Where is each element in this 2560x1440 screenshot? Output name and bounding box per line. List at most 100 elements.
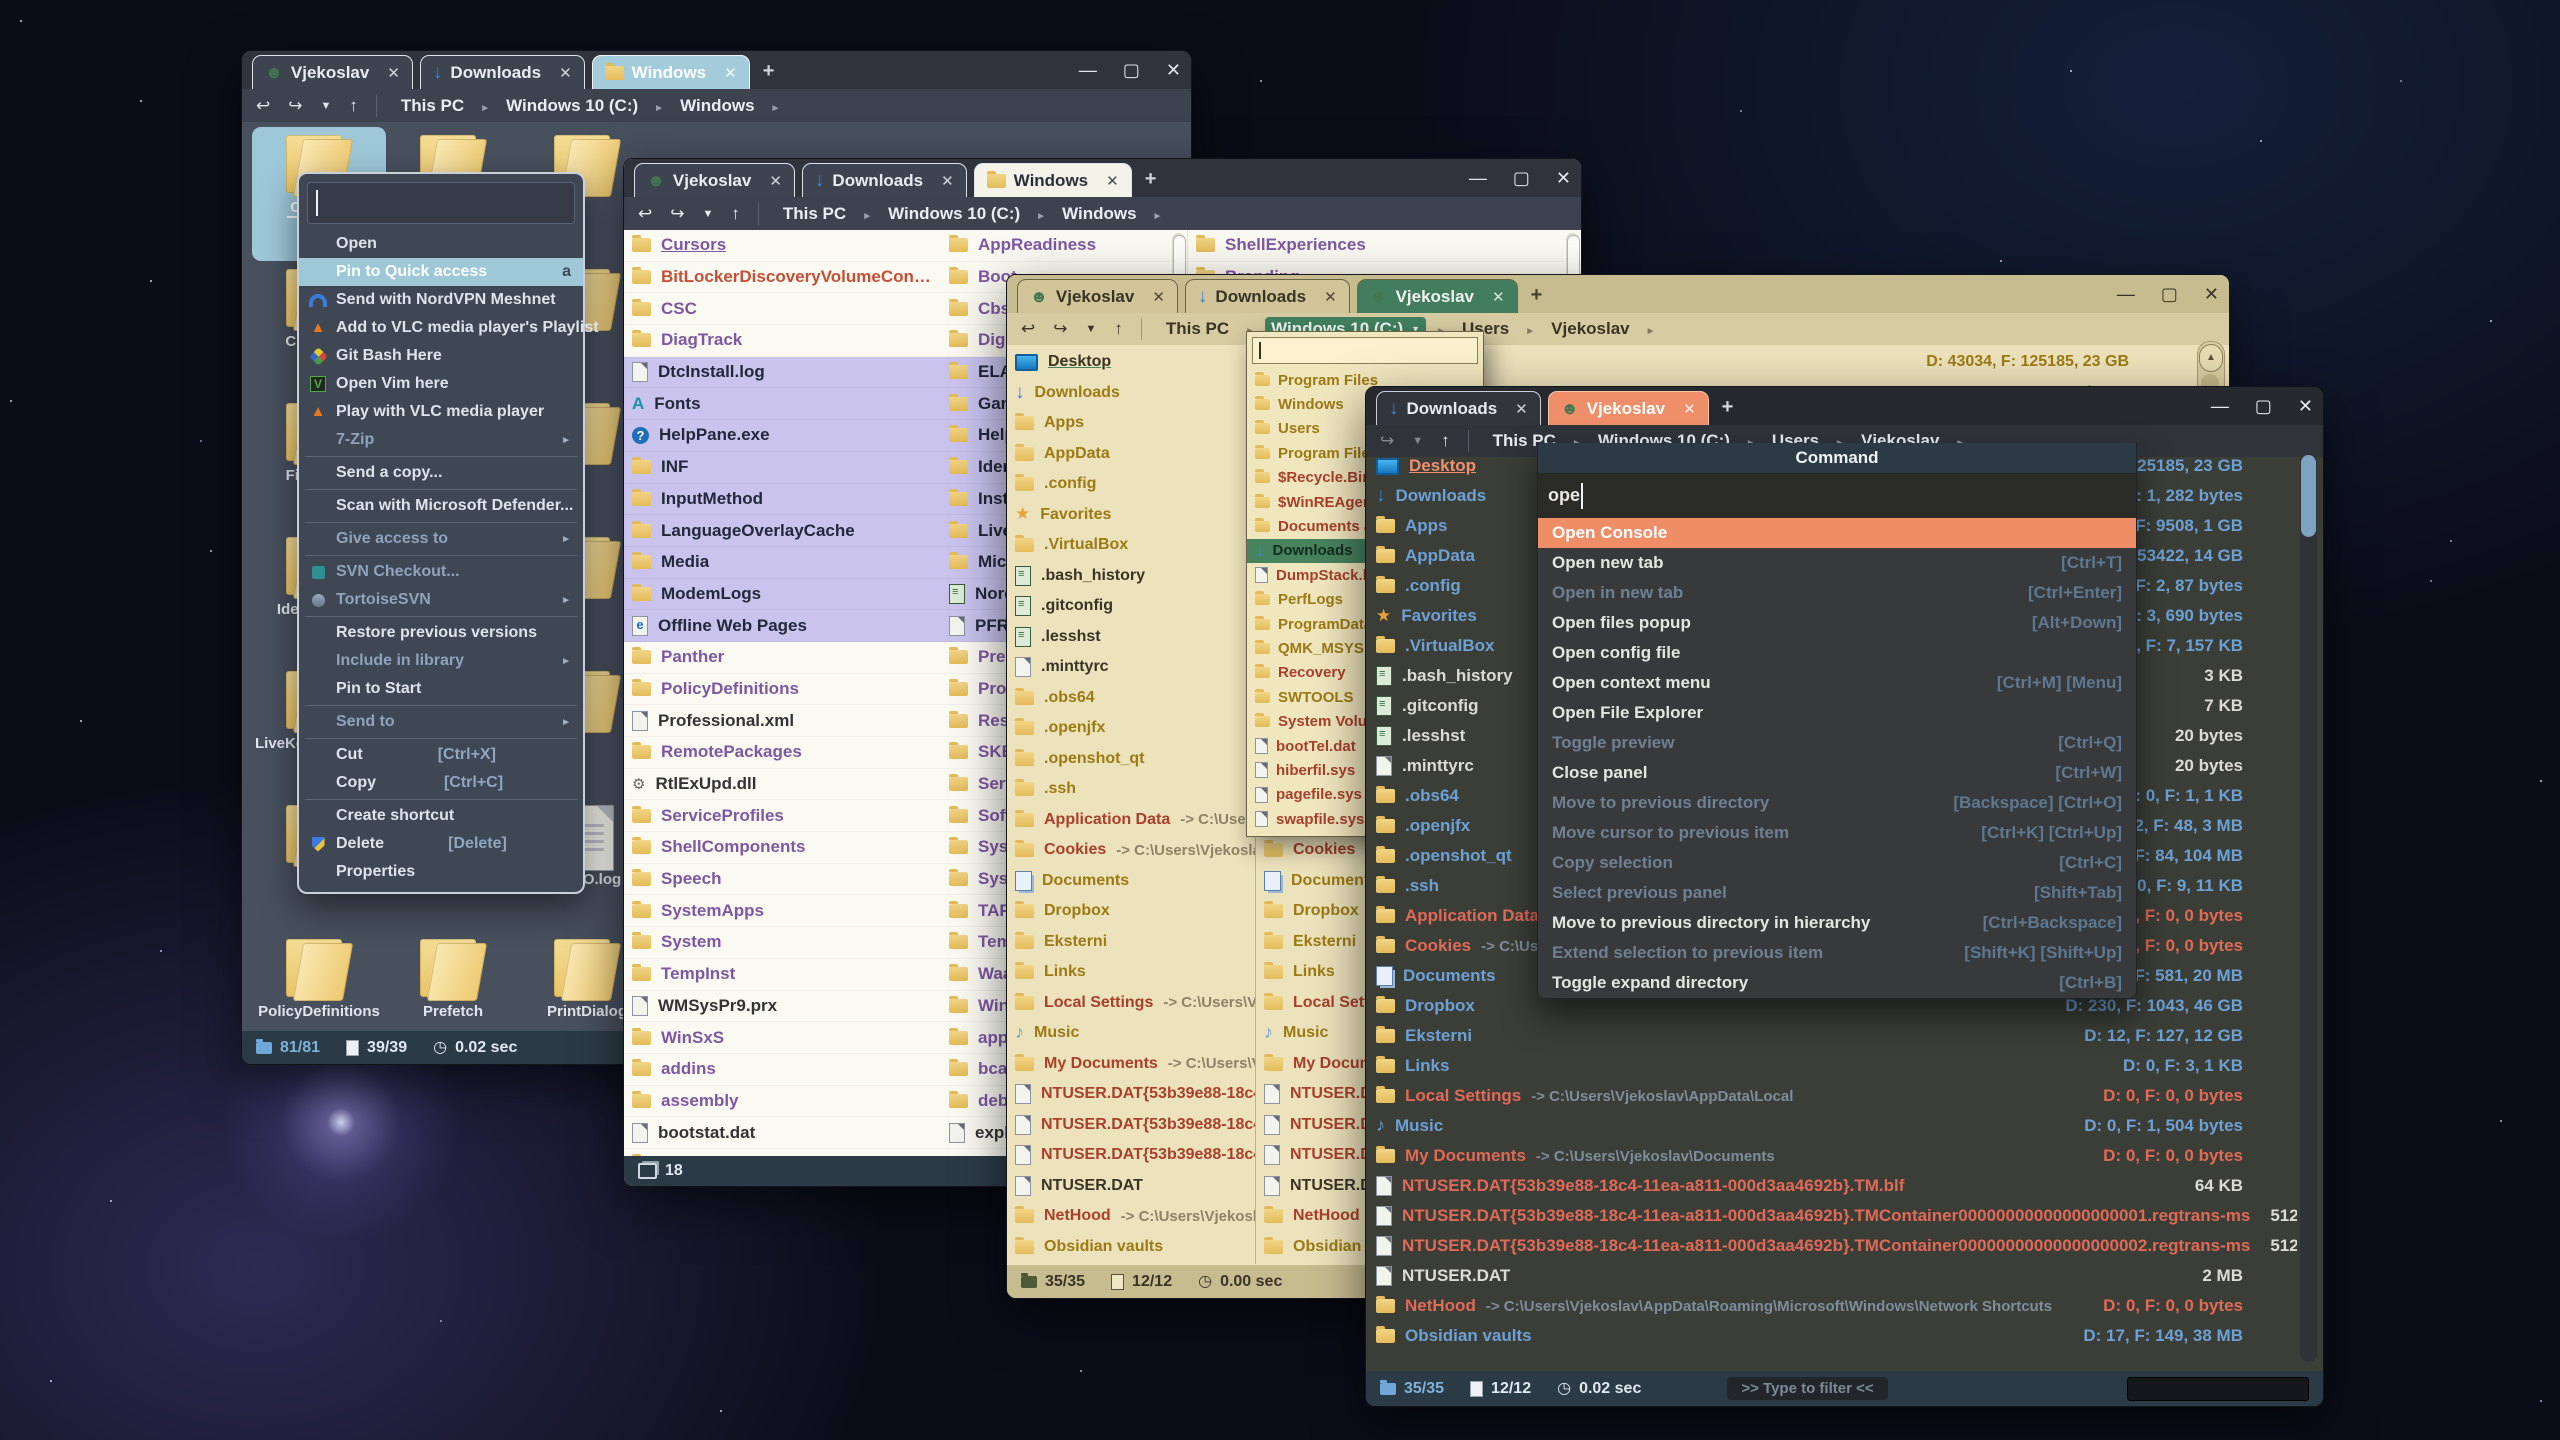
file-row[interactable]: Eksterni D: 12, F: 127, 12 GB <box>1366 1021 2297 1051</box>
maximize-button[interactable]: ▢ <box>1513 168 1530 189</box>
back-icon[interactable]: ↩ <box>1021 319 1035 339</box>
sidebar-item[interactable]: Desktop <box>1007 347 1255 378</box>
palette-item[interactable]: Open new tab [Ctrl+T] <box>1538 548 2136 578</box>
file-row[interactable]: WinSxS <box>624 1022 941 1054</box>
tab[interactable]: Downloads ✕ <box>802 163 967 197</box>
minimize-button[interactable]: — <box>1469 168 1487 189</box>
sidebar-item[interactable]: Music <box>1007 1018 1255 1049</box>
tab[interactable]: Windows ✕ <box>592 55 750 89</box>
context-menu-item[interactable] <box>305 522 577 523</box>
file-row[interactable]: ShellExperiences <box>1188 230 1565 262</box>
close-button[interactable]: ✕ <box>2204 284 2219 305</box>
file-row[interactable]: PolicyDefinitions <box>624 674 941 706</box>
sidebar-item[interactable]: Obsidian vaults <box>1007 1232 1255 1263</box>
file-row[interactable]: Music D: 0, F: 1, 504 bytes <box>1366 1111 2297 1141</box>
context-menu-item[interactable]: Pin to Quick access a <box>299 258 583 286</box>
tab-close-icon[interactable]: ✕ <box>1515 400 1528 418</box>
tab[interactable]: Downloads ✕ <box>420 55 585 89</box>
breadcrumb-segment[interactable]: This PC <box>1160 317 1235 341</box>
sidebar-item[interactable]: .openshot_qt <box>1007 744 1255 775</box>
file-row[interactable]: BitLockerDiscoveryVolumeContents <box>624 262 941 294</box>
up-icon[interactable]: ↑ <box>349 96 358 116</box>
sidebar-item[interactable]: .gitconfig <box>1007 591 1255 622</box>
sidebar-item[interactable]: NTUSER.DAT{53b39e88-18c4-11ea-a811-000d3… <box>1007 1140 1255 1171</box>
file-row[interactable]: InputMethod <box>624 484 941 516</box>
scrollbar[interactable] <box>2300 453 2317 1362</box>
file-row[interactable]: Media <box>624 547 941 579</box>
context-menu-item[interactable]: Send with NordVPN Meshnet <box>299 286 583 314</box>
forward-icon[interactable]: ↪ <box>288 96 302 116</box>
file-row[interactable]: System <box>624 927 941 959</box>
palette-item[interactable]: Move to previous directory [Backspace] [… <box>1538 788 2136 818</box>
tab[interactable]: Vjekoslav ✕ <box>252 55 413 89</box>
sidebar-item[interactable]: NTUSER.DAT{53b39e88-18c4-11ea-a811-000d3… <box>1007 1079 1255 1110</box>
palette-item[interactable]: Open files popup [Alt+Down] <box>1538 608 2136 638</box>
maximize-button[interactable]: ▢ <box>1123 60 1140 81</box>
sidebar-item[interactable]: .lesshst <box>1007 622 1255 653</box>
tab-close-icon[interactable]: ✕ <box>1683 400 1696 418</box>
breadcrumb-segment[interactable]: Windows 10 (C:) <box>500 94 644 118</box>
palette-search-input[interactable]: ope <box>1538 473 2136 518</box>
palette-item[interactable]: Copy selection [Ctrl+C] <box>1538 848 2136 878</box>
file-row[interactable]: bootstat.dat <box>624 1117 941 1149</box>
new-tab-button[interactable]: + <box>1722 396 1734 419</box>
breadcrumb-segment[interactable]: Vjekoslav <box>1545 317 1635 341</box>
back-icon[interactable]: ↩ <box>256 96 270 116</box>
history-dropdown-icon[interactable]: ▼ <box>1086 323 1097 335</box>
context-menu-item[interactable]: TortoiseSVN <box>299 586 583 614</box>
file-row[interactable]: Obsidian vaults D: 17, F: 149, 38 MB <box>1366 1321 2297 1351</box>
sidebar-item[interactable]: Downloads <box>1007 378 1255 409</box>
forward-icon[interactable]: ↪ <box>1053 319 1067 339</box>
file-row[interactable]: HelpPane.exe <box>624 420 941 452</box>
context-menu-item[interactable]: Create shortcut <box>299 802 583 830</box>
context-menu-item[interactable]: SVN Checkout... <box>299 558 583 586</box>
sidebar-item[interactable]: Links <box>1007 957 1255 988</box>
sidebar-item[interactable]: Local Settings -> C:\Users\Vjekoslav\App… <box>1007 988 1255 1019</box>
tab-close-icon[interactable]: ✕ <box>1324 288 1337 306</box>
palette-item[interactable]: Select previous panel [Shift+Tab] <box>1538 878 2136 908</box>
sidebar-item[interactable]: .minttyrc <box>1007 652 1255 683</box>
sidebar-item[interactable]: Apps <box>1007 408 1255 439</box>
tab-close-icon[interactable]: ✕ <box>1106 172 1119 190</box>
context-menu-item[interactable]: Send a copy... <box>299 459 583 487</box>
context-menu-item[interactable] <box>305 738 577 739</box>
file-row[interactable]: assembly <box>624 1086 941 1118</box>
breadcrumb-segment[interactable]: This PC <box>777 202 852 226</box>
palette-item[interactable]: Toggle preview [Ctrl+Q] <box>1538 728 2136 758</box>
history-dropdown-icon[interactable]: ▼ <box>703 208 714 220</box>
file-row[interactable]: DtcInstall.log <box>624 357 941 389</box>
sidebar-item[interactable]: Cookies -> C:\Users\Vjekoslav\AppData\Lo… <box>1007 835 1255 866</box>
sidebar-item[interactable]: .obs64 <box>1007 683 1255 714</box>
context-menu-item[interactable]: Add to VLC media player's Playlist <box>299 314 583 342</box>
context-menu-item[interactable]: Open Vim here <box>299 370 583 398</box>
tab-close-icon[interactable]: ✕ <box>724 64 737 82</box>
context-menu-item[interactable]: Delete [Delete] <box>299 830 583 858</box>
back-icon[interactable]: ↩ <box>638 204 652 224</box>
context-menu-item[interactable]: Include in library <box>299 647 583 675</box>
context-menu-item[interactable] <box>305 616 577 617</box>
context-menu-item[interactable]: Copy [Ctrl+C] <box>299 769 583 797</box>
close-button[interactable]: ✕ <box>1166 60 1181 81</box>
file-row[interactable]: Links D: 0, F: 3, 1 KB <box>1366 1051 2297 1081</box>
up-icon[interactable]: ↑ <box>1114 319 1123 339</box>
tab-close-icon[interactable]: ✕ <box>1152 288 1165 306</box>
sidebar-item[interactable]: Dropbox <box>1007 896 1255 927</box>
context-menu-item[interactable]: Properties <box>299 858 583 886</box>
file-row[interactable]: Offline Web Pages <box>624 610 941 642</box>
sidebar-item[interactable]: NetHood -> C:\Users\Vjekoslav\AppData\Ro… <box>1007 1201 1255 1232</box>
file-row[interactable]: NTUSER.DAT{53b39e88-18c4-11ea-a811-000d3… <box>1366 1171 2297 1201</box>
palette-item[interactable]: Open config file <box>1538 638 2136 668</box>
file-row[interactable]: NTUSER.DAT{53b39e88-18c4-11ea-a811-000d3… <box>1366 1201 2297 1231</box>
sidebar-item[interactable]: .config <box>1007 469 1255 500</box>
scroll-thumb[interactable] <box>2301 455 2316 537</box>
breadcrumb-segment[interactable]: Windows <box>674 94 760 118</box>
file-row[interactable]: CSC <box>624 293 941 325</box>
palette-item[interactable]: Open Console <box>1538 518 2136 548</box>
tab[interactable]: Vjekoslav ✕ <box>634 163 795 197</box>
context-menu-item[interactable] <box>305 799 577 800</box>
sidebar-item[interactable]: My Documents -> C:\Users\Vjekoslav\Docum… <box>1007 1049 1255 1080</box>
file-row[interactable]: Speech <box>624 864 941 896</box>
tab[interactable]: Vjekoslav ✕ <box>1357 279 1518 313</box>
file-row[interactable]: NTUSER.DAT{53b39e88-18c4-11ea-a811-000d3… <box>1366 1231 2297 1261</box>
up-icon[interactable]: ↑ <box>1441 431 1450 451</box>
